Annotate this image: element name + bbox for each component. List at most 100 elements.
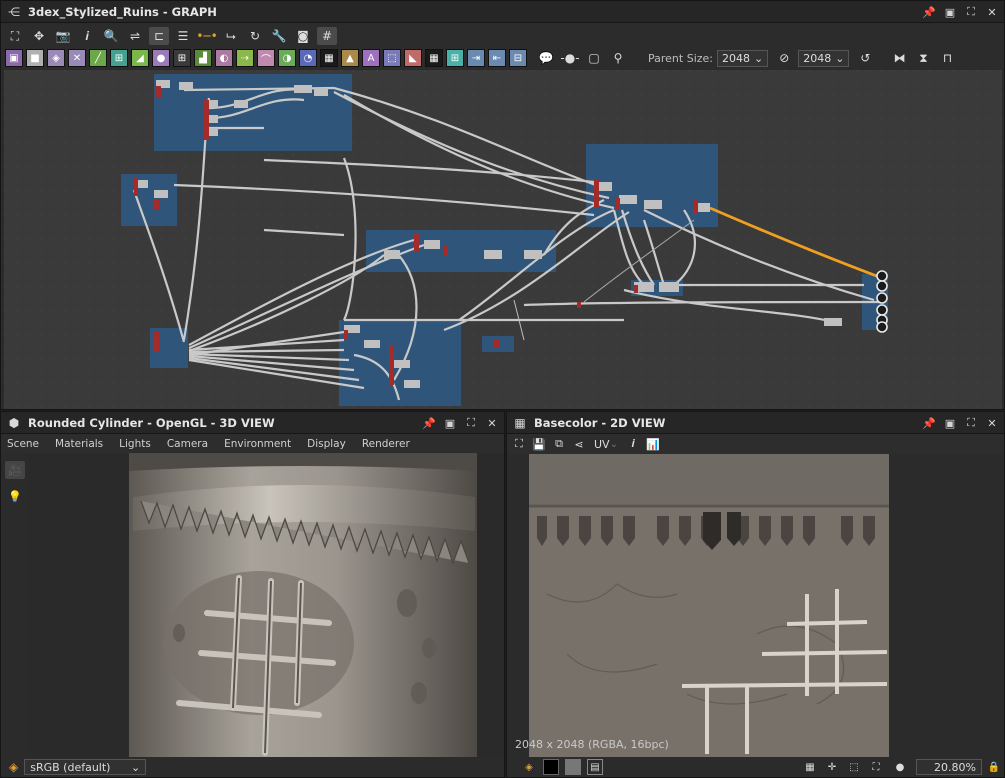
pixel-atom-icon[interactable]: ⊟ [509, 49, 527, 67]
camera-icon[interactable]: 📷 [53, 27, 73, 45]
shuffle-atom-icon[interactable]: ✕ [68, 49, 86, 67]
menu-environment[interactable]: Environment [224, 438, 291, 450]
search-icon[interactable]: 🔍 [101, 27, 121, 45]
menu-camera[interactable]: Camera [167, 438, 208, 450]
text-atom-icon[interactable]: A [362, 49, 380, 67]
colorspace-select[interactable]: sRGB (default) ⌄ [24, 759, 147, 775]
info-icon[interactable]: 𝒊 [77, 27, 97, 45]
menu-renderer[interactable]: Renderer [362, 438, 410, 450]
camera-tool-icon[interactable]: 🎥 [5, 461, 25, 479]
wrench-icon[interactable]: 🔧 [269, 27, 289, 45]
rgb-icon[interactable]: ▤ [587, 759, 603, 775]
tile-atom-icon[interactable]: ⊞ [173, 49, 191, 67]
parent-size-select[interactable]: 2048 ⌄ [717, 49, 769, 67]
grayscale-atom-icon[interactable]: ◑ [278, 49, 296, 67]
dot-icon[interactable]: -●- [560, 49, 580, 67]
black-channel-icon[interactable] [543, 759, 559, 775]
restore-icon[interactable]: ▣ [442, 415, 458, 431]
graph-canvas[interactable] [4, 70, 1002, 410]
list-icon[interactable]: ☰ [173, 27, 193, 45]
maximize-icon[interactable]: ⛶ [963, 415, 979, 431]
checker-icon[interactable] [565, 759, 581, 775]
light-tool-icon[interactable]: 💡 [5, 487, 25, 505]
close-icon[interactable]: ✕ [984, 4, 1000, 20]
noise-atom-icon[interactable]: ▦ [320, 49, 338, 67]
align-h-icon[interactable]: ⧓ [889, 49, 909, 67]
snap-icon[interactable]: ⊓ [937, 49, 957, 67]
pin-icon[interactable]: 📌 [921, 415, 937, 431]
levels-atom-icon[interactable]: ▟ [194, 49, 212, 67]
uniform-atom-icon[interactable]: ■ [26, 49, 44, 67]
pin-node-icon[interactable]: ⚲ [608, 49, 628, 67]
maximize-icon[interactable]: ⛶ [463, 415, 479, 431]
one-to-one-icon[interactable]: ⛶ [868, 759, 884, 775]
frame-icon[interactable]: ⛶ [5, 27, 25, 45]
view3d-panel: ⬢ Rounded Cylinder - OpenGL - 3D VIEW 📌 … [0, 411, 505, 778]
output-atom-icon[interactable]: ⇤ [488, 49, 506, 67]
distance-atom-icon[interactable]: ▦ [425, 49, 443, 67]
menu-lights[interactable]: Lights [119, 438, 151, 450]
uv-toggle[interactable]: UV ⌄ [591, 436, 621, 452]
close-icon[interactable]: ✕ [484, 415, 500, 431]
zoom-input[interactable]: 20.80% [916, 759, 982, 775]
info-icon[interactable]: 𝒊 [625, 436, 641, 452]
chevron-down-icon: ⌄ [131, 760, 141, 774]
gradient-atom-icon[interactable]: ◢ [131, 49, 149, 67]
pin-icon[interactable]: 📌 [421, 415, 437, 431]
route-icon[interactable]: ⮡ [221, 27, 241, 45]
connection-icon[interactable]: •─• [196, 27, 217, 45]
normal-atom-icon[interactable]: ⇢ [236, 49, 254, 67]
warning-atom-icon[interactable]: ▲ [341, 49, 359, 67]
histogram-icon[interactable]: 📊 [645, 436, 661, 452]
grid-icon[interactable]: # [317, 27, 337, 45]
fit-view-icon[interactable]: ⬚ [846, 759, 862, 775]
pin-icon[interactable]: 📌 [921, 4, 937, 20]
size-select[interactable]: 2048 ⌄ [798, 49, 850, 67]
blur-atom-icon[interactable]: ◈ [47, 49, 65, 67]
refresh-icon[interactable]: ↻ [245, 27, 265, 45]
tile-icon[interactable]: ▦ [802, 759, 818, 775]
node-graph[interactable] [4, 70, 1002, 410]
view3d-viewport[interactable] [29, 453, 504, 760]
fit-icon[interactable]: ⛶ [511, 436, 527, 452]
menu-materials[interactable]: Materials [55, 438, 103, 450]
comment-icon[interactable]: 💬 [536, 49, 556, 67]
link-icon[interactable]: ⇌ [125, 27, 145, 45]
zoom-out-icon[interactable]: ● [892, 759, 908, 775]
reset-size-icon[interactable]: ↺ [855, 49, 875, 67]
layout-icon[interactable]: ⊏ [149, 27, 169, 45]
fx-atom-icon[interactable]: ⊞ [446, 49, 464, 67]
menu-scene[interactable]: Scene [7, 438, 39, 450]
hsl-atom-icon[interactable]: ◐ [215, 49, 233, 67]
layers-icon[interactable]: ◈ [521, 759, 537, 775]
maximize-icon[interactable]: ⛶ [963, 4, 979, 20]
transform-atom-icon[interactable]: ⬚ [383, 49, 401, 67]
layers-icon[interactable]: ◈ [9, 760, 18, 774]
save-icon[interactable]: 💾 [531, 436, 547, 452]
bitmap-atom-icon[interactable]: ▣ [5, 49, 23, 67]
emboss-atom-icon[interactable]: ⌒ [257, 49, 275, 67]
input-atom-icon[interactable]: ⇥ [467, 49, 485, 67]
close-icon[interactable]: ✕ [984, 415, 1000, 431]
sphere-atom-icon[interactable]: ● [152, 49, 170, 67]
copy-icon[interactable]: ⧉ [551, 436, 567, 452]
menu-display[interactable]: Display [307, 438, 346, 450]
view2d-viewport[interactable] [507, 454, 1004, 759]
restore-icon[interactable]: ▣ [942, 415, 958, 431]
frame-node-icon[interactable]: ▢ [584, 49, 604, 67]
output-nodes [876, 270, 888, 333]
pick-icon[interactable]: ✛ [824, 759, 840, 775]
restore-icon[interactable]: ▣ [942, 4, 958, 20]
preview-icon[interactable]: ◙ [293, 27, 313, 45]
link-size-icon[interactable]: ⊘ [774, 49, 794, 67]
warp-atom-icon[interactable]: ⊞ [110, 49, 128, 67]
view3d-title: Rounded Cylinder - OpenGL - 3D VIEW [28, 415, 275, 430]
lock-icon[interactable]: 🔒 [986, 759, 1002, 775]
ao-atom-icon[interactable]: ◔ [299, 49, 317, 67]
fill-atom-icon[interactable]: ◣ [404, 49, 422, 67]
align-v-icon[interactable]: ⧗ [913, 49, 933, 67]
share-icon[interactable]: ⋖ [571, 436, 587, 452]
move-icon[interactable]: ✥ [29, 27, 49, 45]
curve-atom-icon[interactable]: ╱ [89, 49, 107, 67]
colorspace-value: sRGB (default) [30, 760, 111, 774]
